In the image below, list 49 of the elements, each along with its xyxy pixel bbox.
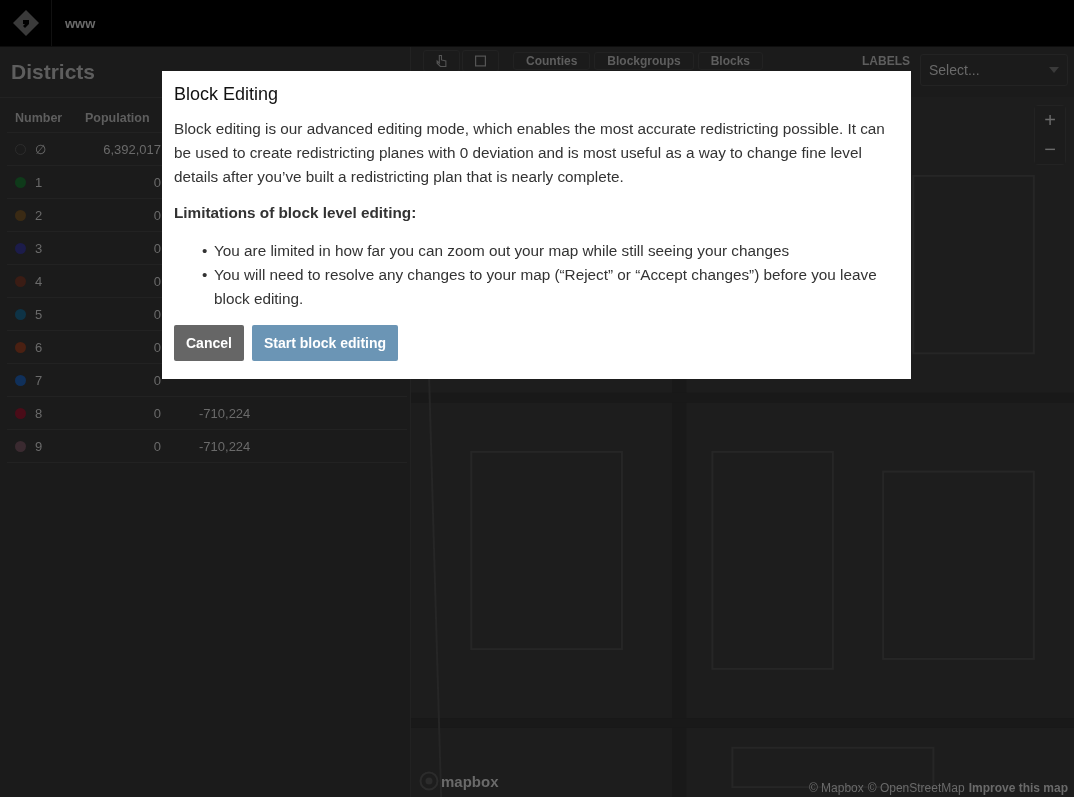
table-cell: 6,392,017 (103, 141, 161, 157)
layer-button[interactable]: Counties (513, 52, 591, 70)
table-cell: 0 (153, 405, 161, 421)
table-cell: 0 (153, 339, 161, 355)
sidebar-title: Districts (11, 60, 96, 84)
attribution-link[interactable]: © Mapbox (808, 781, 864, 795)
bullet: • (202, 241, 209, 261)
logo-text: mapbox (441, 772, 499, 790)
tool-button[interactable] (423, 50, 460, 72)
cancel-button[interactable]: Cancel (174, 325, 244, 361)
dialog-subheading: Limitations of block level editing: (174, 204, 418, 222)
improve-map-link[interactable]: Improve this map (968, 781, 1068, 795)
pointer-icon (436, 55, 447, 67)
district-number: ∅ (35, 142, 46, 158)
labels-label: LABELS (862, 54, 910, 68)
app-title: www (65, 15, 96, 31)
caret-icon (1049, 67, 1059, 73)
table-cell: 0 (153, 240, 161, 256)
district-number: 6 (35, 340, 43, 356)
list-item: You will need to resolve any changes to your map (“Reject” or “Accept changes”) before you leave block editing. (214, 265, 878, 309)
attribution-link[interactable]: © OpenStreetMap (867, 781, 965, 795)
district-number: 7 (35, 373, 43, 389)
table-cell: -710,224 (199, 438, 251, 454)
district-number: 9 (35, 439, 43, 455)
table-cell: 0 (153, 174, 161, 190)
district-number: 1 (35, 175, 43, 191)
layer-button[interactable]: Blockgroups (594, 52, 694, 70)
bullet: • (202, 265, 209, 285)
table-cell: 0 (153, 273, 161, 289)
table-cell: 0 (153, 207, 161, 223)
rectangle-icon (475, 55, 486, 67)
district-number: 4 (35, 274, 43, 290)
table-cell: 0 (153, 306, 161, 322)
column-header: Population (85, 110, 150, 125)
district-number: 5 (35, 307, 43, 323)
list-item: You are limited in how far you can zoom out your map while still seeing your changes (214, 241, 791, 261)
start-button[interactable]: Start block editing (251, 325, 399, 361)
tool-button[interactable] (462, 50, 499, 72)
table-cell: 0 (153, 372, 161, 388)
table-cell: 0 (153, 438, 161, 454)
dialog-text: Block editing is our advanced editing mode, which enables the most accurate redistricting possible. It can be used to create redistricting planes with 0 deviation and is most useful as a way to change fine level details after you’ve built a redistricting plan that is nearly complete. (174, 119, 886, 187)
dialog-title: Block Editing (174, 84, 280, 105)
select-dropdown[interactable]: Select... (920, 54, 1068, 86)
column-header: Number (15, 110, 63, 125)
layer-button[interactable]: Blocks (697, 52, 764, 70)
table-cell: -710,224 (199, 405, 251, 421)
district-number: 2 (35, 208, 43, 224)
district-number: 3 (35, 241, 43, 257)
district-number: 8 (35, 406, 43, 422)
